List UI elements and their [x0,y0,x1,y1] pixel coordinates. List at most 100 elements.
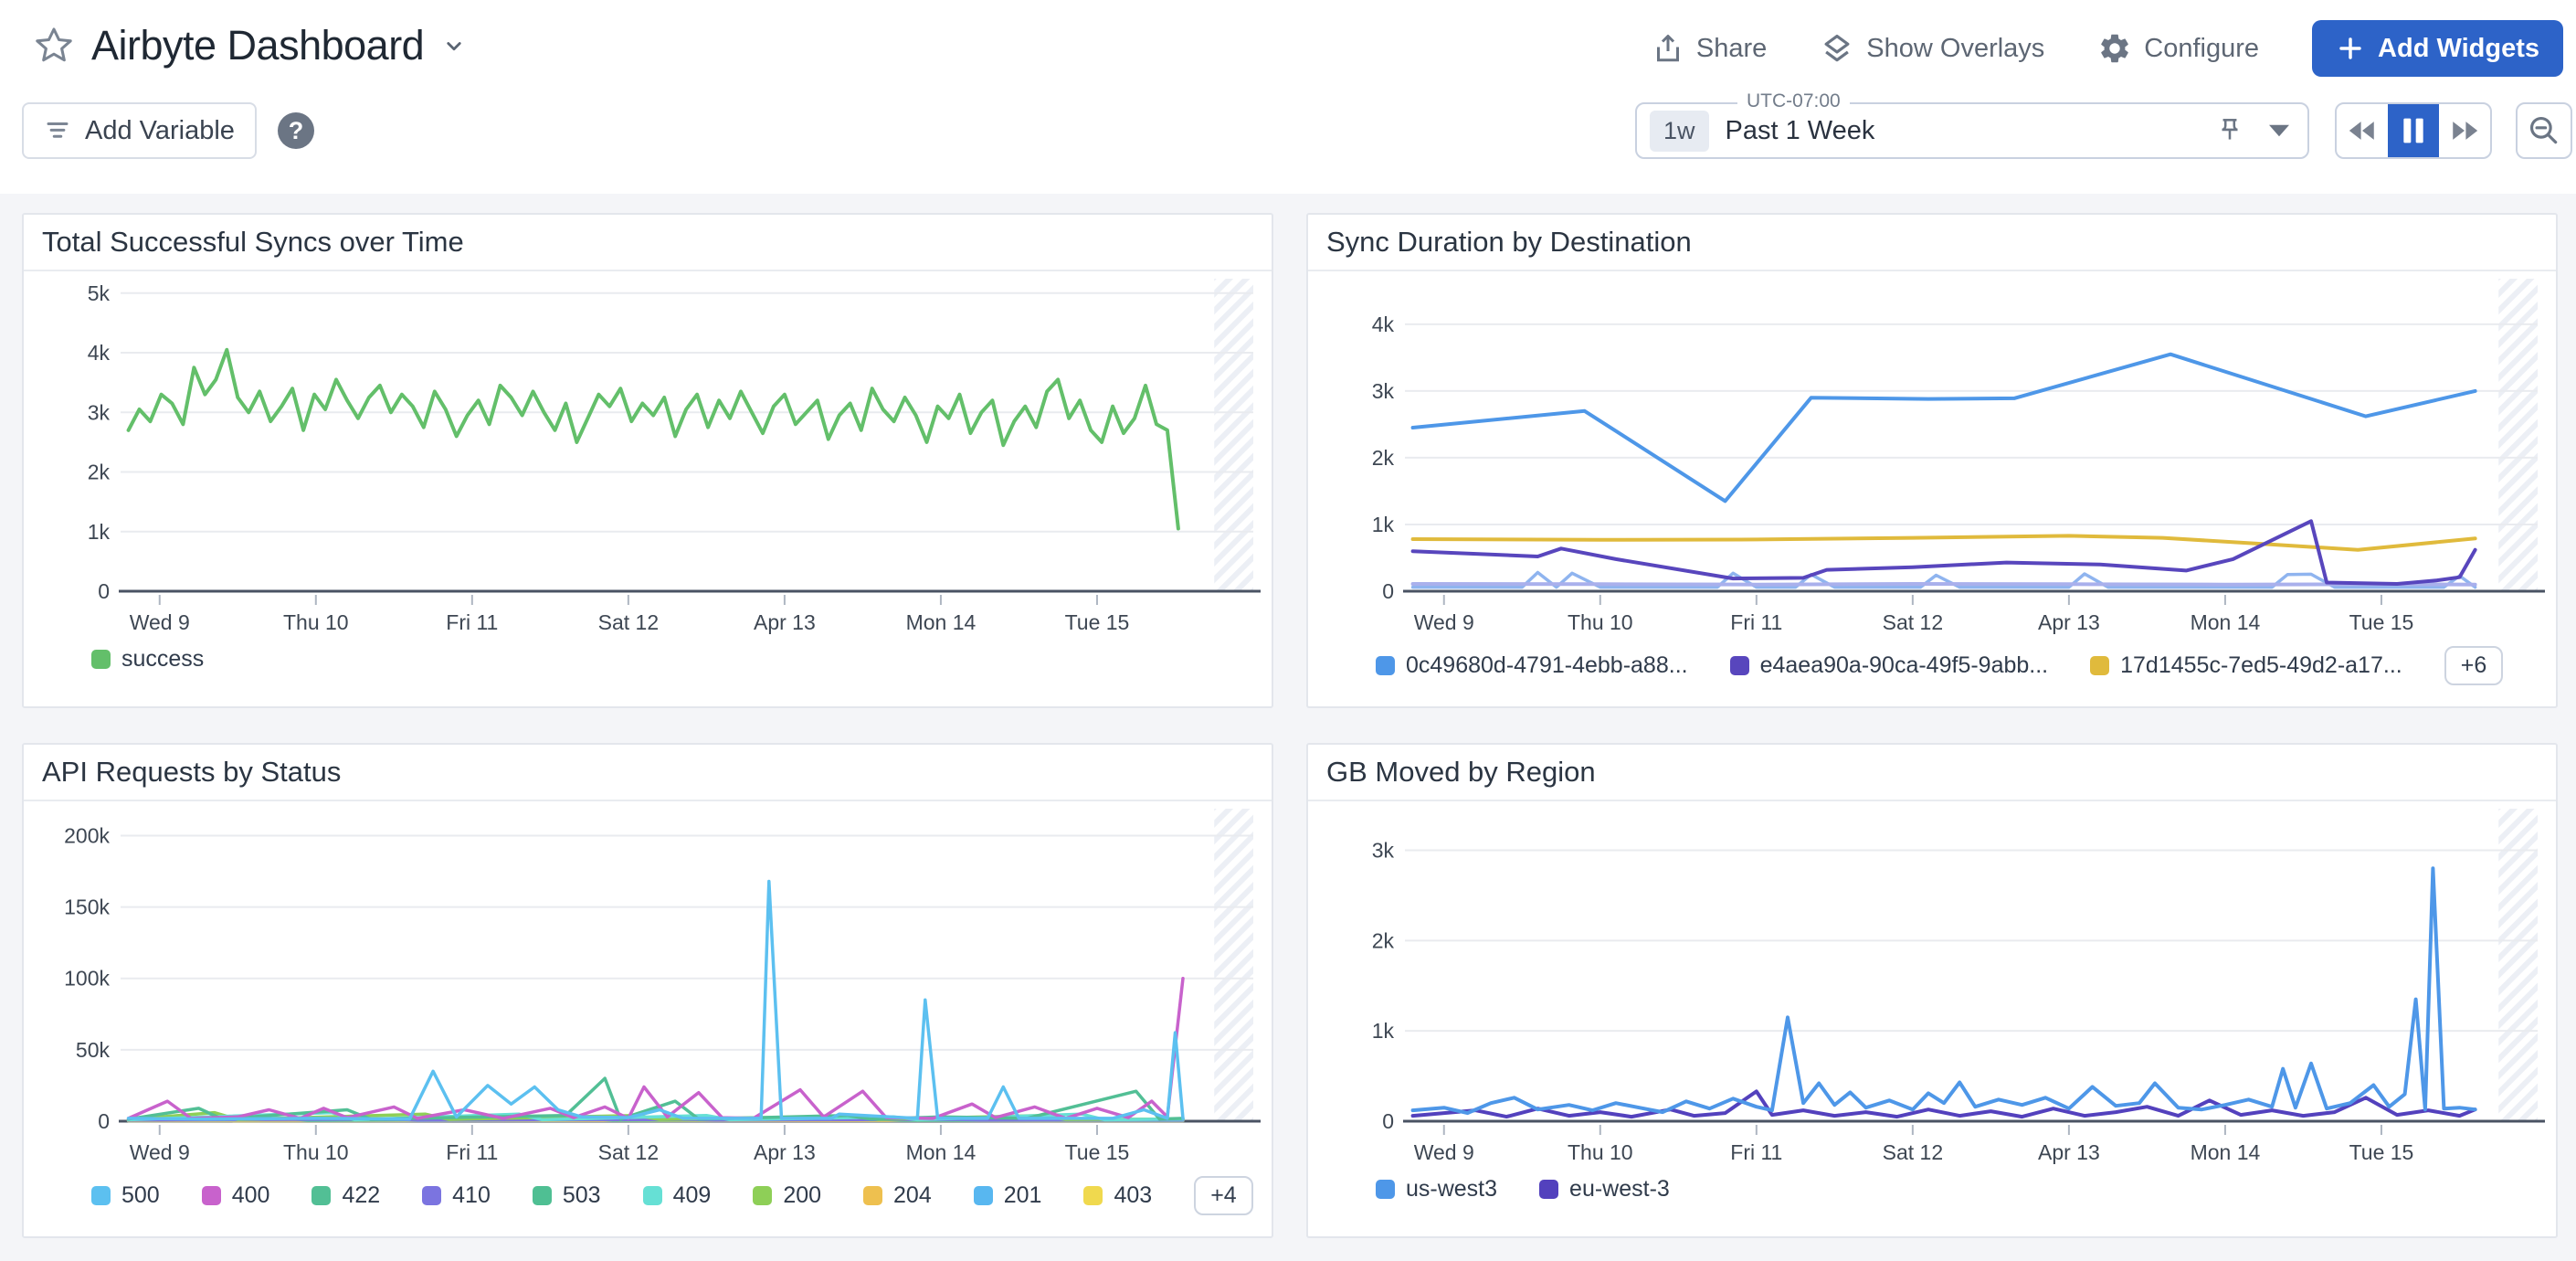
share-label: Share [1696,34,1767,64]
zoom-out-button[interactable] [2516,102,2572,159]
svg-text:Apr 13: Apr 13 [754,1140,816,1164]
pause-button[interactable] [2388,104,2439,157]
legend-color-chip [2090,656,2109,675]
svg-text:Thu 10: Thu 10 [283,610,349,634]
svg-text:Fri 11: Fri 11 [446,1140,498,1164]
svg-text:0: 0 [1382,1109,1394,1133]
legend-item[interactable]: success [91,646,204,673]
time-range-label: Past 1 Week [1726,116,1875,146]
legend-color-chip [311,1186,331,1205]
svg-text:Mon 14: Mon 14 [2191,1140,2261,1164]
legend-item[interactable]: 400 [202,1182,270,1209]
time-preset-chip[interactable]: 1w [1650,111,1709,152]
legend-label: e4aea90a-90ca-49f5-9abb... [1760,652,2049,679]
add-variable-button[interactable]: Add Variable [22,102,257,159]
pause-icon [2400,116,2427,145]
page-title: Airbyte Dashboard [91,22,424,69]
svg-text:150k: 150k [64,895,110,919]
svg-text:Tue 15: Tue 15 [1065,1140,1130,1164]
configure-button[interactable]: Configure [2097,31,2259,66]
configure-label: Configure [2144,34,2259,64]
time-shift-controls [2335,102,2492,159]
time-dropdown-caret-icon[interactable] [2269,124,2289,137]
help-icon[interactable]: ? [278,112,314,149]
svg-text:Apr 13: Apr 13 [2038,1140,2100,1164]
legend-item[interactable]: 0c49680d-4791-4ebb-a88... [1376,652,1688,679]
legend-more-badge[interactable]: +6 [2444,646,2504,685]
legend-label: us-west3 [1406,1176,1497,1203]
widget-sync-duration-by-destination: Sync Duration by Destination 01k2k3k4kWe… [1306,213,2558,708]
svg-text:100k: 100k [64,967,110,991]
timeseries-chart-total-successful-syncs[interactable]: 01k2k3k4k5kWed 9Thu 10Fri 11Sat 12Apr 13… [24,271,1272,639]
svg-text:Thu 10: Thu 10 [283,1140,349,1164]
svg-text:0: 0 [98,1109,110,1133]
legend-color-chip [91,650,111,669]
legend-color-chip [91,1186,111,1205]
favorite-star-icon[interactable] [33,25,75,67]
svg-text:1k: 1k [88,520,111,544]
legend-color-chip [1083,1186,1103,1205]
legend-item[interactable]: 403 [1083,1182,1152,1209]
legend-item[interactable]: 204 [863,1182,932,1209]
gear-icon [2097,31,2132,66]
svg-text:0: 0 [98,579,110,603]
svg-text:0: 0 [1382,579,1394,603]
legend-item[interactable]: 201 [974,1182,1042,1209]
legend-color-chip [202,1186,221,1205]
legend-color-chip [1376,656,1395,675]
timeseries-chart-api-requests[interactable]: 050k100k150k200kWed 9Thu 10Fri 11Sat 12A… [24,801,1272,1169]
legend-label: eu-west-3 [1569,1176,1670,1203]
legend-label: success [121,646,204,673]
overlays-icon [1820,31,1854,66]
legend-color-chip [1376,1180,1395,1199]
svg-text:Thu 10: Thu 10 [1568,1140,1633,1164]
legend-item[interactable]: 409 [643,1182,712,1209]
title-chevron-down-icon[interactable] [440,32,468,59]
show-overlays-label: Show Overlays [1866,34,2044,64]
legend-item[interactable]: eu-west-3 [1539,1176,1670,1203]
show-overlays-button[interactable]: Show Overlays [1820,31,2044,66]
legend-color-chip [643,1186,662,1205]
legend-item[interactable]: 500 [91,1182,160,1209]
legend-color-chip [533,1186,552,1205]
timeseries-chart-gb-moved[interactable]: 01k2k3kWed 9Thu 10Fri 11Sat 12Apr 13Mon … [1308,801,2556,1169]
legend-item[interactable]: 422 [311,1182,380,1209]
fast-forward-icon [2449,117,2480,144]
legend-item[interactable]: us-west3 [1376,1176,1497,1203]
svg-text:Fri 11: Fri 11 [1730,1140,1782,1164]
time-range-picker[interactable]: UTC-07:00 1w Past 1 Week [1635,102,2309,159]
svg-text:5k: 5k [88,281,111,305]
svg-text:3k: 3k [88,400,111,424]
svg-text:3k: 3k [1372,839,1395,863]
legend-label: 500 [121,1182,160,1209]
widget-title: GB Moved by Region [1308,745,2556,801]
svg-text:Wed 9: Wed 9 [130,610,190,634]
backward-button[interactable] [2337,104,2388,157]
svg-text:Sat 12: Sat 12 [598,1140,660,1164]
widget-api-requests-by-status: API Requests by Status 050k100k150k200kW… [22,743,1273,1238]
share-icon [1652,32,1684,65]
svg-text:Sat 12: Sat 12 [1883,610,1944,634]
legend-item[interactable]: e4aea90a-90ca-49f5-9abb... [1730,652,2049,679]
legend-label: 400 [232,1182,270,1209]
svg-text:4k: 4k [1372,313,1395,336]
add-widgets-label: Add Widgets [2378,34,2539,64]
svg-text:1k: 1k [1372,1019,1395,1043]
pin-icon[interactable] [2214,115,2245,146]
add-widgets-button[interactable]: Add Widgets [2312,20,2563,77]
legend-item[interactable]: 503 [533,1182,601,1209]
legend-label: 201 [1004,1182,1042,1209]
add-variable-label: Add Variable [85,116,235,146]
legend-item[interactable]: 200 [753,1182,821,1209]
svg-text:Thu 10: Thu 10 [1568,610,1633,634]
share-button[interactable]: Share [1652,32,1767,65]
legend-color-chip [974,1186,993,1205]
forward-button[interactable] [2439,104,2490,157]
chart-legend: us-west3 eu-west-3 [1308,1176,2556,1203]
svg-text:3k: 3k [1372,379,1395,403]
timeseries-chart-sync-duration[interactable]: 01k2k3k4kWed 9Thu 10Fri 11Sat 12Apr 13Mo… [1308,271,2556,639]
legend-item[interactable]: 17d1455c-7ed5-49d2-a17... [2090,652,2402,679]
legend-more-badge[interactable]: +4 [1194,1176,1253,1215]
widget-title: API Requests by Status [24,745,1272,801]
legend-item[interactable]: 410 [422,1182,491,1209]
